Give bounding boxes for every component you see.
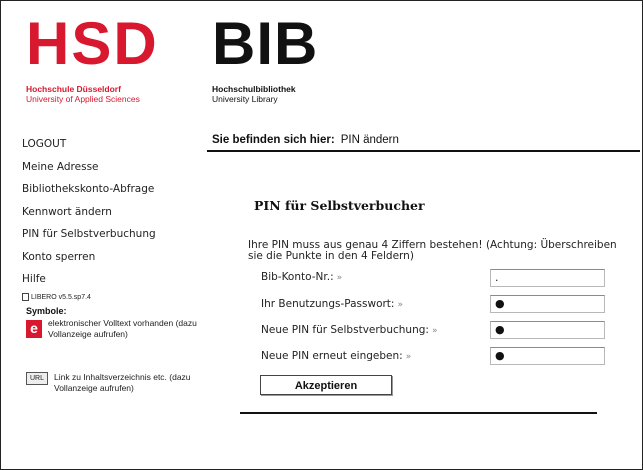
- hsd-name-line1: Hochschule Düsseldorf: [26, 84, 121, 94]
- sidebar-item-hilfe[interactable]: Hilfe: [22, 272, 202, 295]
- bib-konto-field[interactable]: .: [490, 269, 605, 287]
- e-volltext-icon: e: [26, 320, 42, 338]
- symbol-url-text: Link zu Inhaltsverzeichnis etc. (dazu Vo…: [54, 372, 191, 393]
- breadcrumb-prefix: Sie befinden sich hier:: [212, 134, 335, 146]
- new-pin-label-text: Neue PIN für Selbstverbuchung:: [261, 324, 429, 336]
- hsd-logo[interactable]: HSD: [26, 14, 159, 74]
- breadcrumb: Sie befinden sich hier: PIN ändern: [212, 134, 399, 146]
- passwort-label: Ihr Benutzungs-Passwort:»: [261, 298, 403, 310]
- symbols-heading: Symbole:: [26, 306, 67, 316]
- confirm-pin-label-text: Neue PIN erneut eingeben:: [261, 350, 403, 362]
- label-marker-icon: »: [336, 273, 343, 283]
- sidebar-item-meine-adresse[interactable]: Meine Adresse: [22, 160, 202, 183]
- bib-konto-label-text: Bib-Konto-Nr.:: [261, 271, 334, 283]
- new-pin-field[interactable]: ●: [490, 321, 605, 339]
- sidebar-item-kennwort[interactable]: Kennwort ändern: [22, 205, 202, 228]
- bib-name-line2: University Library: [212, 94, 278, 104]
- sidebar-item-logout[interactable]: LOGOUT: [22, 137, 202, 160]
- confirm-pin-label: Neue PIN erneut eingeben:»: [261, 350, 411, 362]
- libero-icon: [22, 293, 29, 301]
- bib-konto-label: Bib-Konto-Nr.:»: [261, 271, 342, 283]
- breadcrumb-current: PIN ändern: [340, 134, 399, 146]
- hsd-name-line2: University of Applied Sciences: [26, 94, 140, 104]
- libero-version: LIBERO v5.5.sp7.4: [22, 293, 91, 301]
- label-marker-icon: »: [397, 300, 403, 310]
- sidebar-nav: LOGOUT Meine Adresse Bibliothekskonto-Ab…: [22, 137, 202, 295]
- sidebar-item-kontoabfrage[interactable]: Bibliothekskonto-Abfrage: [22, 182, 202, 205]
- pin-instructions: Ihre PIN muss aus genau 4 Ziffern besteh…: [248, 239, 617, 262]
- breadcrumb-divider: [207, 150, 640, 152]
- bib-logo[interactable]: BIB: [212, 14, 318, 74]
- passwort-field[interactable]: ●: [490, 295, 605, 313]
- symbol-e-text: elektronischer Volltext vorhanden (dazu …: [48, 318, 197, 339]
- akzeptieren-button[interactable]: Akzeptieren: [260, 375, 392, 395]
- page-title: PIN für Selbstverbucher: [254, 198, 425, 213]
- url-link-icon: URL: [26, 372, 48, 385]
- bib-name-line1: Hochschulbibliothek: [212, 84, 296, 94]
- libero-version-text: LIBERO v5.5.sp7.4: [31, 293, 91, 301]
- passwort-label-text: Ihr Benutzungs-Passwort:: [261, 298, 395, 310]
- symbol-legend-e: e elektronischer Volltext vorhanden (daz…: [26, 318, 206, 340]
- label-marker-icon: »: [431, 326, 438, 336]
- hsd-institution-name: Hochschule Düsseldorf University of Appl…: [26, 84, 140, 104]
- label-marker-icon: »: [405, 352, 412, 362]
- form-divider: [240, 412, 597, 414]
- sidebar-item-pin[interactable]: PIN für Selbstverbuchung: [22, 227, 202, 250]
- symbol-legend-url: URL Link zu Inhaltsverzeichnis etc. (daz…: [26, 372, 206, 394]
- sidebar-item-konto-sperren[interactable]: Konto sperren: [22, 250, 202, 273]
- new-pin-label: Neue PIN für Selbstverbuchung:»: [261, 324, 437, 336]
- bib-institution-name: Hochschulbibliothek University Library: [212, 84, 296, 104]
- confirm-pin-field[interactable]: ●: [490, 347, 605, 365]
